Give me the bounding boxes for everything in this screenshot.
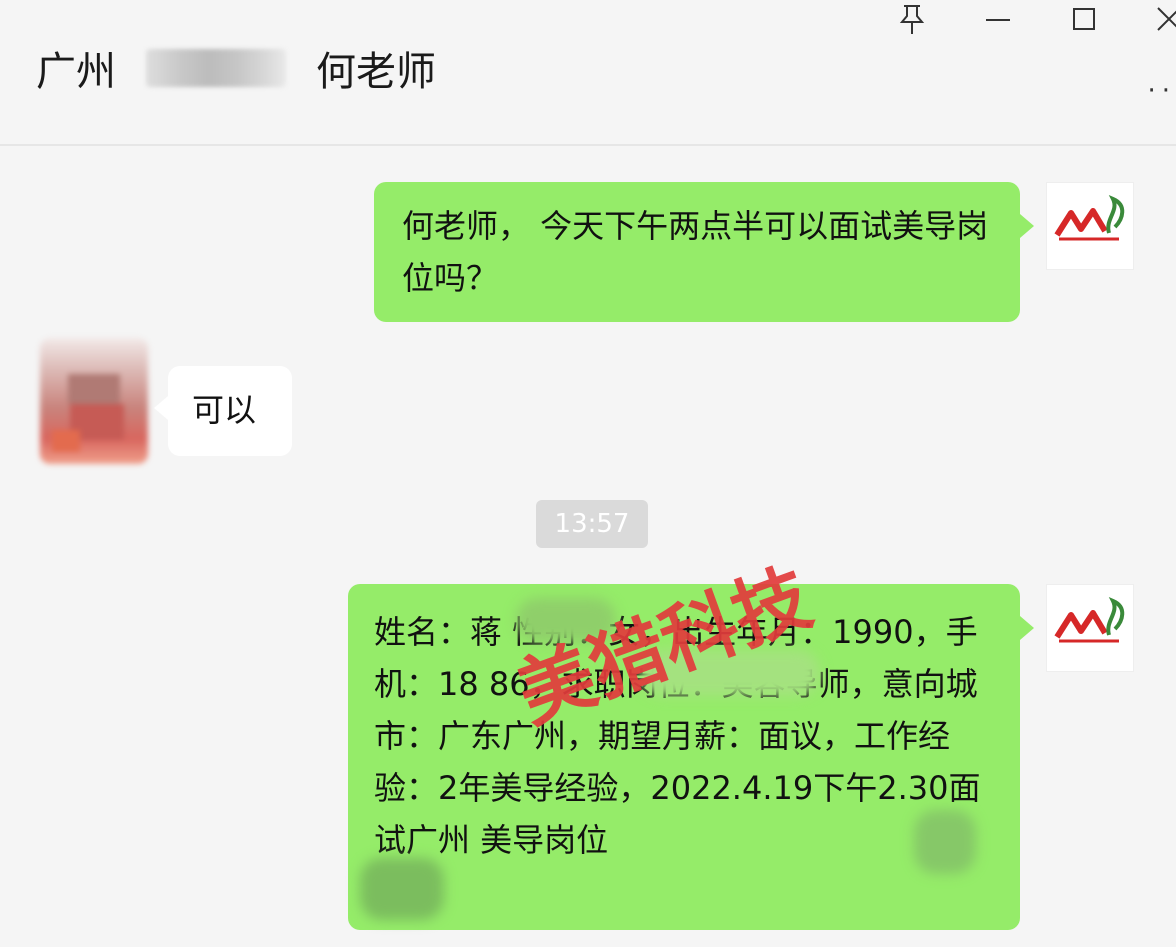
chat-header: 广州 何老师 ·· (0, 0, 1176, 146)
brand-logo-icon (1054, 597, 1125, 643)
close-icon[interactable] (1150, 0, 1176, 40)
message-bubble-sent[interactable]: 何老师， 今天下午两点半可以面试美导岗位吗？ (374, 182, 1020, 322)
more-options-icon[interactable]: ·· (1147, 76, 1176, 106)
redaction-smudge (360, 858, 444, 920)
minimize-icon[interactable] (978, 0, 1018, 40)
bubble-tail (1020, 214, 1034, 238)
my-avatar[interactable] (1046, 584, 1134, 672)
chat-title-suffix: 何老师 (316, 49, 436, 95)
message-timestamp: 13:57 (536, 500, 648, 548)
bubble-tail (154, 396, 168, 420)
message-bubble-received[interactable]: 可以 (168, 366, 292, 456)
maximize-icon[interactable] (1064, 0, 1104, 40)
brand-logo-icon (1054, 195, 1125, 241)
my-avatar[interactable] (1046, 182, 1134, 270)
redaction-smudge (914, 810, 976, 874)
message-text: 可以 (192, 391, 257, 429)
message-text: 何老师， 今天下午两点半可以面试美导岗位吗？ (402, 207, 989, 297)
chat-title: 广州 何老师 (36, 38, 436, 98)
bubble-tail (1020, 616, 1034, 640)
contact-avatar[interactable] (40, 338, 148, 464)
redacted-name (146, 49, 286, 87)
pin-icon[interactable] (892, 0, 932, 40)
chat-title-prefix: 广州 (36, 49, 116, 95)
